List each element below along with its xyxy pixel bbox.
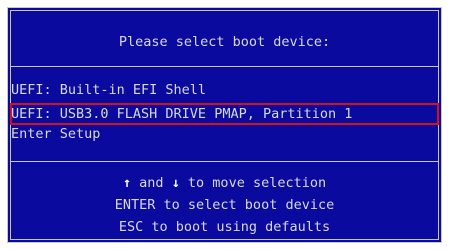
up-arrow-icon: ↑	[122, 175, 132, 191]
help-and-text: and	[131, 175, 172, 191]
boot-menu-dialog: Please select boot device: UEFI: Built-i…	[7, 7, 442, 243]
boot-option-efi-shell[interactable]: UEFI: Built-in EFI Shell	[11, 80, 206, 100]
bios-screen: Please select boot device: UEFI: Built-i…	[0, 0, 450, 251]
boot-option-usb-flash-drive[interactable]: UEFI: USB3.0 FLASH DRIVE PMAP, Partition…	[11, 104, 352, 124]
divider-bottom	[10, 161, 439, 162]
help-esc: ESC to boot using defaults	[118, 219, 331, 235]
dialog-title: Please select boot device:	[118, 34, 331, 50]
help-enter: ENTER to select boot device	[114, 197, 335, 213]
help-navigation: ↑ and ↓ to move selection	[8, 173, 441, 193]
divider-top	[10, 66, 439, 67]
help-move-text: to move selection	[179, 175, 327, 191]
boot-option-enter-setup[interactable]: Enter Setup	[11, 124, 100, 144]
down-arrow-icon: ↓	[171, 175, 180, 191]
